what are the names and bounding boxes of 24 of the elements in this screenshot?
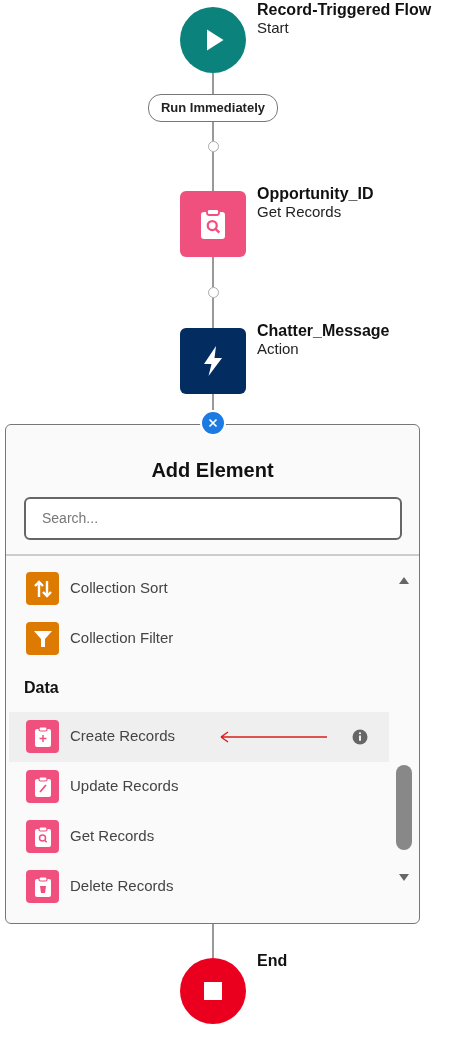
element-item[interactable]: Get Records: [9, 811, 389, 862]
node-title: Opportunity_ID: [257, 183, 374, 203]
node-type: Start: [257, 19, 290, 38]
section-heading: Data: [23, 677, 60, 698]
action-node[interactable]: [180, 327, 246, 394]
info-icon: [351, 727, 369, 746]
search-field[interactable]: Search...: [24, 496, 402, 540]
scrollbar-thumb[interactable]: [396, 764, 412, 850]
node-type: Get Records: [257, 202, 343, 221]
node-title: Record-Triggered Flow: [257, 0, 432, 20]
get-records-node[interactable]: [180, 190, 246, 257]
element-item[interactable]: Collection Filter: [9, 613, 389, 664]
connector-node: [207, 140, 219, 152]
node-title: Chatter_Message: [257, 320, 390, 340]
node-type: Action: [257, 339, 300, 358]
panel-title: Add Element: [150, 457, 275, 483]
close-button[interactable]: [200, 409, 226, 436]
path-label: Run Immediately: [148, 94, 278, 122]
node-title: End: [257, 950, 288, 970]
element-item[interactable]: Create Records: [9, 711, 389, 762]
connector-node: [207, 286, 219, 298]
element-item[interactable]: Update Records: [9, 761, 389, 812]
element-item[interactable]: Delete Records: [9, 861, 389, 912]
element-item[interactable]: Collection Sort: [9, 563, 389, 614]
